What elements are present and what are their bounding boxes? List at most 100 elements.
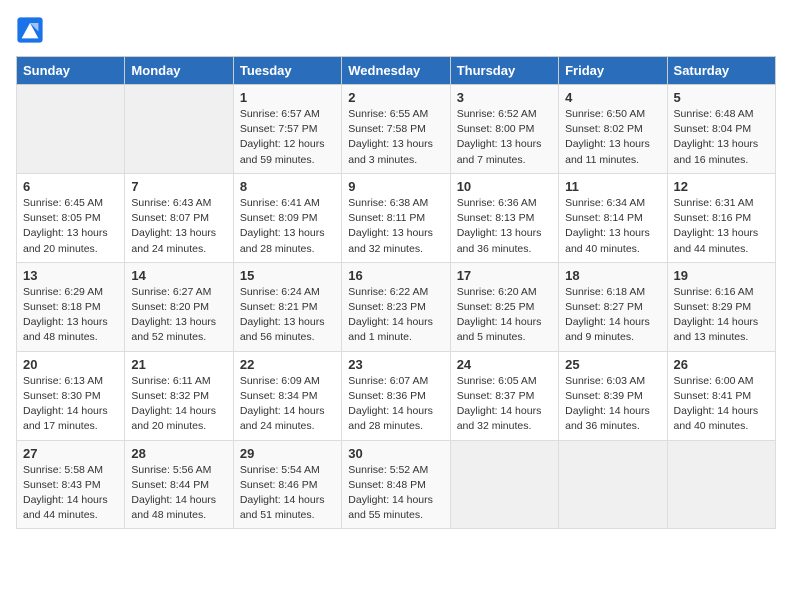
day-number: 13 [23, 268, 118, 283]
calendar-cell [17, 85, 125, 174]
calendar-cell: 4 Sunrise: 6:50 AM Sunset: 8:02 PM Daylig… [559, 85, 667, 174]
day-info: Sunrise: 6:29 AM Sunset: 8:18 PM Dayligh… [23, 285, 118, 346]
calendar-cell [667, 440, 775, 529]
day-number: 9 [348, 179, 443, 194]
day-number: 29 [240, 446, 335, 461]
day-info: Sunrise: 6:57 AM Sunset: 7:57 PM Dayligh… [240, 107, 335, 168]
day-number: 27 [23, 446, 118, 461]
day-info: Sunrise: 6:45 AM Sunset: 8:05 PM Dayligh… [23, 196, 118, 257]
calendar-cell: 29 Sunrise: 5:54 AM Sunset: 8:46 PM Dayli… [233, 440, 341, 529]
day-info: Sunrise: 6:09 AM Sunset: 8:34 PM Dayligh… [240, 374, 335, 435]
day-info: Sunrise: 6:50 AM Sunset: 8:02 PM Dayligh… [565, 107, 660, 168]
calendar-cell: 6 Sunrise: 6:45 AM Sunset: 8:05 PM Daylig… [17, 173, 125, 262]
day-info: Sunrise: 6:20 AM Sunset: 8:25 PM Dayligh… [457, 285, 552, 346]
day-number: 16 [348, 268, 443, 283]
calendar-cell [450, 440, 558, 529]
calendar-cell: 28 Sunrise: 5:56 AM Sunset: 8:44 PM Dayli… [125, 440, 233, 529]
day-number: 28 [131, 446, 226, 461]
calendar-body: 1 Sunrise: 6:57 AM Sunset: 7:57 PM Daylig… [17, 85, 776, 529]
calendar-week-2: 6 Sunrise: 6:45 AM Sunset: 8:05 PM Daylig… [17, 173, 776, 262]
day-number: 2 [348, 90, 443, 105]
day-info: Sunrise: 6:48 AM Sunset: 8:04 PM Dayligh… [674, 107, 769, 168]
calendar-cell: 13 Sunrise: 6:29 AM Sunset: 8:18 PM Dayli… [17, 262, 125, 351]
day-number: 21 [131, 357, 226, 372]
calendar-cell: 30 Sunrise: 5:52 AM Sunset: 8:48 PM Dayli… [342, 440, 450, 529]
day-number: 15 [240, 268, 335, 283]
logo [16, 16, 48, 44]
calendar-cell [559, 440, 667, 529]
day-info: Sunrise: 5:56 AM Sunset: 8:44 PM Dayligh… [131, 463, 226, 524]
day-info: Sunrise: 6:27 AM Sunset: 8:20 PM Dayligh… [131, 285, 226, 346]
calendar-cell: 22 Sunrise: 6:09 AM Sunset: 8:34 PM Dayli… [233, 351, 341, 440]
day-number: 18 [565, 268, 660, 283]
day-info: Sunrise: 6:55 AM Sunset: 7:58 PM Dayligh… [348, 107, 443, 168]
calendar-cell: 14 Sunrise: 6:27 AM Sunset: 8:20 PM Dayli… [125, 262, 233, 351]
day-info: Sunrise: 5:54 AM Sunset: 8:46 PM Dayligh… [240, 463, 335, 524]
calendar-cell: 7 Sunrise: 6:43 AM Sunset: 8:07 PM Daylig… [125, 173, 233, 262]
calendar-cell: 9 Sunrise: 6:38 AM Sunset: 8:11 PM Daylig… [342, 173, 450, 262]
day-number: 5 [674, 90, 769, 105]
day-info: Sunrise: 6:07 AM Sunset: 8:36 PM Dayligh… [348, 374, 443, 435]
calendar-cell: 25 Sunrise: 6:03 AM Sunset: 8:39 PM Dayli… [559, 351, 667, 440]
day-info: Sunrise: 6:31 AM Sunset: 8:16 PM Dayligh… [674, 196, 769, 257]
calendar-cell: 27 Sunrise: 5:58 AM Sunset: 8:43 PM Dayli… [17, 440, 125, 529]
calendar-cell: 16 Sunrise: 6:22 AM Sunset: 8:23 PM Dayli… [342, 262, 450, 351]
day-info: Sunrise: 6:05 AM Sunset: 8:37 PM Dayligh… [457, 374, 552, 435]
day-number: 4 [565, 90, 660, 105]
calendar-cell: 15 Sunrise: 6:24 AM Sunset: 8:21 PM Dayli… [233, 262, 341, 351]
day-number: 14 [131, 268, 226, 283]
calendar-cell: 17Sunrise: 6:20 AM Sunset: 8:25 PM Dayli… [450, 262, 558, 351]
calendar-cell: 2 Sunrise: 6:55 AM Sunset: 7:58 PM Daylig… [342, 85, 450, 174]
calendar-cell: 1 Sunrise: 6:57 AM Sunset: 7:57 PM Daylig… [233, 85, 341, 174]
calendar-week-1: 1 Sunrise: 6:57 AM Sunset: 7:57 PM Daylig… [17, 85, 776, 174]
day-info: Sunrise: 6:00 AM Sunset: 8:41 PM Dayligh… [674, 374, 769, 435]
day-info: Sunrise: 5:52 AM Sunset: 8:48 PM Dayligh… [348, 463, 443, 524]
calendar-cell: 24 Sunrise: 6:05 AM Sunset: 8:37 PM Dayli… [450, 351, 558, 440]
calendar-cell: 19Sunrise: 6:16 AM Sunset: 8:29 PM Dayli… [667, 262, 775, 351]
weekday-header-tuesday: Tuesday [233, 57, 341, 85]
day-number: 22 [240, 357, 335, 372]
day-number: 25 [565, 357, 660, 372]
day-number: 3 [457, 90, 552, 105]
weekday-row: SundayMondayTuesdayWednesdayThursdayFrid… [17, 57, 776, 85]
day-info: Sunrise: 6:43 AM Sunset: 8:07 PM Dayligh… [131, 196, 226, 257]
calendar-cell: 8 Sunrise: 6:41 AM Sunset: 8:09 PM Daylig… [233, 173, 341, 262]
day-number: 26 [674, 357, 769, 372]
day-info: Sunrise: 6:22 AM Sunset: 8:23 PM Dayligh… [348, 285, 443, 346]
day-number: 24 [457, 357, 552, 372]
calendar-cell: 20Sunrise: 6:13 AM Sunset: 8:30 PM Dayli… [17, 351, 125, 440]
day-info: Sunrise: 6:03 AM Sunset: 8:39 PM Dayligh… [565, 374, 660, 435]
calendar-cell: 18 Sunrise: 6:18 AM Sunset: 8:27 PM Dayli… [559, 262, 667, 351]
day-number: 8 [240, 179, 335, 194]
day-info: Sunrise: 6:18 AM Sunset: 8:27 PM Dayligh… [565, 285, 660, 346]
day-number: 1 [240, 90, 335, 105]
day-info: Sunrise: 6:11 AM Sunset: 8:32 PM Dayligh… [131, 374, 226, 435]
calendar-week-4: 20Sunrise: 6:13 AM Sunset: 8:30 PM Dayli… [17, 351, 776, 440]
day-info: Sunrise: 6:13 AM Sunset: 8:30 PM Dayligh… [23, 374, 118, 435]
day-number: 30 [348, 446, 443, 461]
weekday-header-thursday: Thursday [450, 57, 558, 85]
calendar-week-5: 27 Sunrise: 5:58 AM Sunset: 8:43 PM Dayli… [17, 440, 776, 529]
calendar-cell: 11 Sunrise: 6:34 AM Sunset: 8:14 PM Dayli… [559, 173, 667, 262]
day-info: Sunrise: 5:58 AM Sunset: 8:43 PM Dayligh… [23, 463, 118, 524]
weekday-header-friday: Friday [559, 57, 667, 85]
calendar-week-3: 13 Sunrise: 6:29 AM Sunset: 8:18 PM Dayli… [17, 262, 776, 351]
calendar-cell: 3Sunrise: 6:52 AM Sunset: 8:00 PM Daylig… [450, 85, 558, 174]
calendar-cell: 21 Sunrise: 6:11 AM Sunset: 8:32 PM Dayli… [125, 351, 233, 440]
day-number: 10 [457, 179, 552, 194]
day-number: 11 [565, 179, 660, 194]
day-info: Sunrise: 6:34 AM Sunset: 8:14 PM Dayligh… [565, 196, 660, 257]
day-info: Sunrise: 6:36 AM Sunset: 8:13 PM Dayligh… [457, 196, 552, 257]
day-info: Sunrise: 6:16 AM Sunset: 8:29 PM Dayligh… [674, 285, 769, 346]
day-info: Sunrise: 6:24 AM Sunset: 8:21 PM Dayligh… [240, 285, 335, 346]
day-info: Sunrise: 6:41 AM Sunset: 8:09 PM Dayligh… [240, 196, 335, 257]
day-number: 6 [23, 179, 118, 194]
calendar-cell: 10 Sunrise: 6:36 AM Sunset: 8:13 PM Dayli… [450, 173, 558, 262]
calendar-header: SundayMondayTuesdayWednesdayThursdayFrid… [17, 57, 776, 85]
day-info: Sunrise: 6:38 AM Sunset: 8:11 PM Dayligh… [348, 196, 443, 257]
calendar-table: SundayMondayTuesdayWednesdayThursdayFrid… [16, 56, 776, 529]
day-number: 23 [348, 357, 443, 372]
page-header [16, 16, 776, 44]
day-number: 7 [131, 179, 226, 194]
weekday-header-monday: Monday [125, 57, 233, 85]
